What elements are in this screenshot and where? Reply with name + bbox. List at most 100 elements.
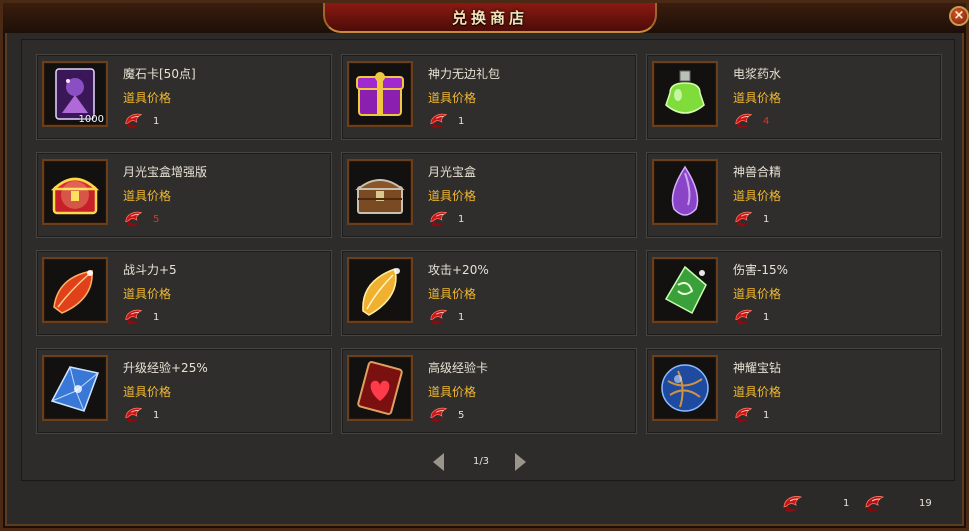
- shop-item-card[interactable]: 战斗力+5 道具价格 1: [36, 250, 332, 336]
- item-price: 1: [458, 116, 465, 127]
- title-bar: 兑换商店 ×: [3, 3, 969, 33]
- item-name: 神耀宝钻: [733, 361, 782, 375]
- price-label: 道具价格: [733, 287, 782, 301]
- currency-bar: 1 19: [21, 483, 953, 525]
- item-price: 1: [763, 312, 770, 323]
- item-name: 战斗力+5: [123, 263, 177, 277]
- item-name: 高级经验卡: [428, 361, 489, 375]
- exchange-shop-window: 兑换商店 × 1000 魔石卡[50点] 道具价格 1 神力无边礼包 道具价格 1 电浆药水道…: [0, 0, 969, 531]
- red-gem-currency-alt-icon: [865, 496, 885, 512]
- price-label: 道具价格: [123, 189, 172, 203]
- item-price: 1: [763, 214, 770, 225]
- item-grid: 1000 魔石卡[50点] 道具价格 1 神力无边礼包 道具价格 1 电浆药水 道具价格 4 月光宝…: [21, 39, 955, 481]
- card-purple-icon: [55, 68, 95, 120]
- red-gem-currency-icon: [783, 496, 803, 512]
- item-icon-frame[interactable]: [42, 355, 108, 421]
- price-label: 道具价格: [123, 287, 172, 301]
- blue-gem-icon: [50, 366, 100, 412]
- red-gem-price-icon: [125, 113, 143, 129]
- item-name: 伤害-15%: [733, 263, 789, 277]
- shop-item-card[interactable]: 伤害-15% 道具价格 1: [646, 250, 942, 336]
- red-gem-price-icon: [125, 407, 143, 423]
- item-icon-frame[interactable]: [652, 61, 718, 127]
- currency-value-1: 1: [843, 498, 850, 509]
- item-quantity: 1000: [78, 114, 104, 125]
- red-gem-price-icon: [430, 113, 448, 129]
- price-label: 道具价格: [428, 287, 477, 301]
- item-name: 神力无边礼包: [428, 67, 501, 81]
- red-gem-price-icon: [735, 211, 753, 227]
- red-gem-price-icon: [430, 309, 448, 325]
- wood-chest-icon: [355, 179, 405, 214]
- purple-giftbox-icon: [356, 72, 404, 116]
- item-name: 攻击+20%: [428, 263, 489, 277]
- red-gem-price-icon: [430, 211, 448, 227]
- item-icon-frame[interactable]: [42, 257, 108, 323]
- item-price: 1: [153, 116, 160, 127]
- price-label: 道具价格: [733, 385, 782, 399]
- item-name: 月光宝盒: [428, 165, 477, 179]
- shop-item-card[interactable]: 月光宝盒道具价格 1: [341, 152, 637, 238]
- price-label: 道具价格: [428, 189, 477, 203]
- shop-item-card[interactable]: 升级经验+25% 道具价格 1: [36, 348, 332, 434]
- item-icon-frame[interactable]: [42, 159, 108, 225]
- gold-leaf-gem-icon: [362, 268, 400, 316]
- heart-card-icon: [357, 361, 403, 415]
- item-icon-frame[interactable]: [347, 257, 413, 323]
- red-leaf-gem-icon: [53, 270, 93, 314]
- item-price: 1: [153, 312, 160, 323]
- item-price: 1: [763, 410, 770, 421]
- price-label: 道具价格: [428, 385, 477, 399]
- shop-item-card[interactable]: 神兽合精道具价格 1: [646, 152, 942, 238]
- red-gem-price-icon: [125, 211, 143, 227]
- red-gem-price-icon: [735, 309, 753, 325]
- red-gem-price-icon: [125, 309, 143, 325]
- red-gem-price-icon: [430, 407, 448, 423]
- close-button[interactable]: ×: [949, 6, 969, 26]
- item-icon-frame[interactable]: [652, 355, 718, 421]
- price-label: 道具价格: [123, 385, 172, 399]
- gold-chest-icon: [50, 177, 100, 215]
- shop-item-card[interactable]: 电浆药水道具价格 4: [646, 54, 942, 140]
- item-price: 1: [458, 312, 465, 323]
- page-indicator: 1/3: [472, 456, 490, 467]
- shop-item-card[interactable]: 神力无边礼包 道具价格 1: [341, 54, 637, 140]
- red-gem-price-icon: [735, 113, 753, 129]
- next-page-button[interactable]: [515, 453, 526, 471]
- item-price: 5: [153, 214, 160, 225]
- shop-item-card[interactable]: 1000 魔石卡[50点] 道具价格 1: [36, 54, 332, 140]
- price-label: 道具价格: [733, 189, 782, 203]
- shop-item-card[interactable]: 攻击+20% 道具价格 1: [341, 250, 637, 336]
- window-title: 兑换商店: [451, 9, 528, 27]
- purple-crystal-icon: [671, 165, 699, 216]
- item-icon-frame[interactable]: [347, 61, 413, 127]
- item-price: 1: [153, 410, 160, 421]
- item-price: 5: [458, 410, 465, 421]
- item-icon-frame[interactable]: [347, 355, 413, 421]
- item-icon-frame[interactable]: [347, 159, 413, 225]
- title-plate: 兑换商店: [323, 3, 657, 33]
- item-price: 1: [458, 214, 465, 225]
- item-price: 4: [763, 116, 770, 127]
- price-label: 道具价格: [428, 91, 477, 105]
- item-icon-frame[interactable]: [652, 257, 718, 323]
- price-label: 道具价格: [733, 91, 782, 105]
- pagination: 1/3: [433, 453, 533, 473]
- item-name: 升级经验+25%: [123, 361, 208, 375]
- shop-item-card[interactable]: 高级经验卡道具价格 5: [341, 348, 637, 434]
- item-name: 魔石卡[50点]: [123, 67, 196, 81]
- green-rune-gem-icon: [664, 265, 707, 315]
- shop-item-card[interactable]: 神耀宝钻道具价格 1: [646, 348, 942, 434]
- green-potion-icon: [665, 70, 705, 114]
- currency-value-2: 19: [919, 498, 932, 509]
- price-label: 道具价格: [123, 91, 172, 105]
- blue-orb-gem-icon: [661, 364, 709, 412]
- item-name: 月光宝盒增强版: [123, 165, 208, 179]
- item-icon-frame[interactable]: [652, 159, 718, 225]
- item-name: 电浆药水: [733, 67, 782, 81]
- shop-item-card[interactable]: 月光宝盒增强版 道具价格 5: [36, 152, 332, 238]
- red-gem-price-icon: [735, 407, 753, 423]
- prev-page-button[interactable]: [433, 453, 444, 471]
- item-icon-frame[interactable]: 1000: [42, 61, 108, 127]
- item-name: 神兽合精: [733, 165, 782, 179]
